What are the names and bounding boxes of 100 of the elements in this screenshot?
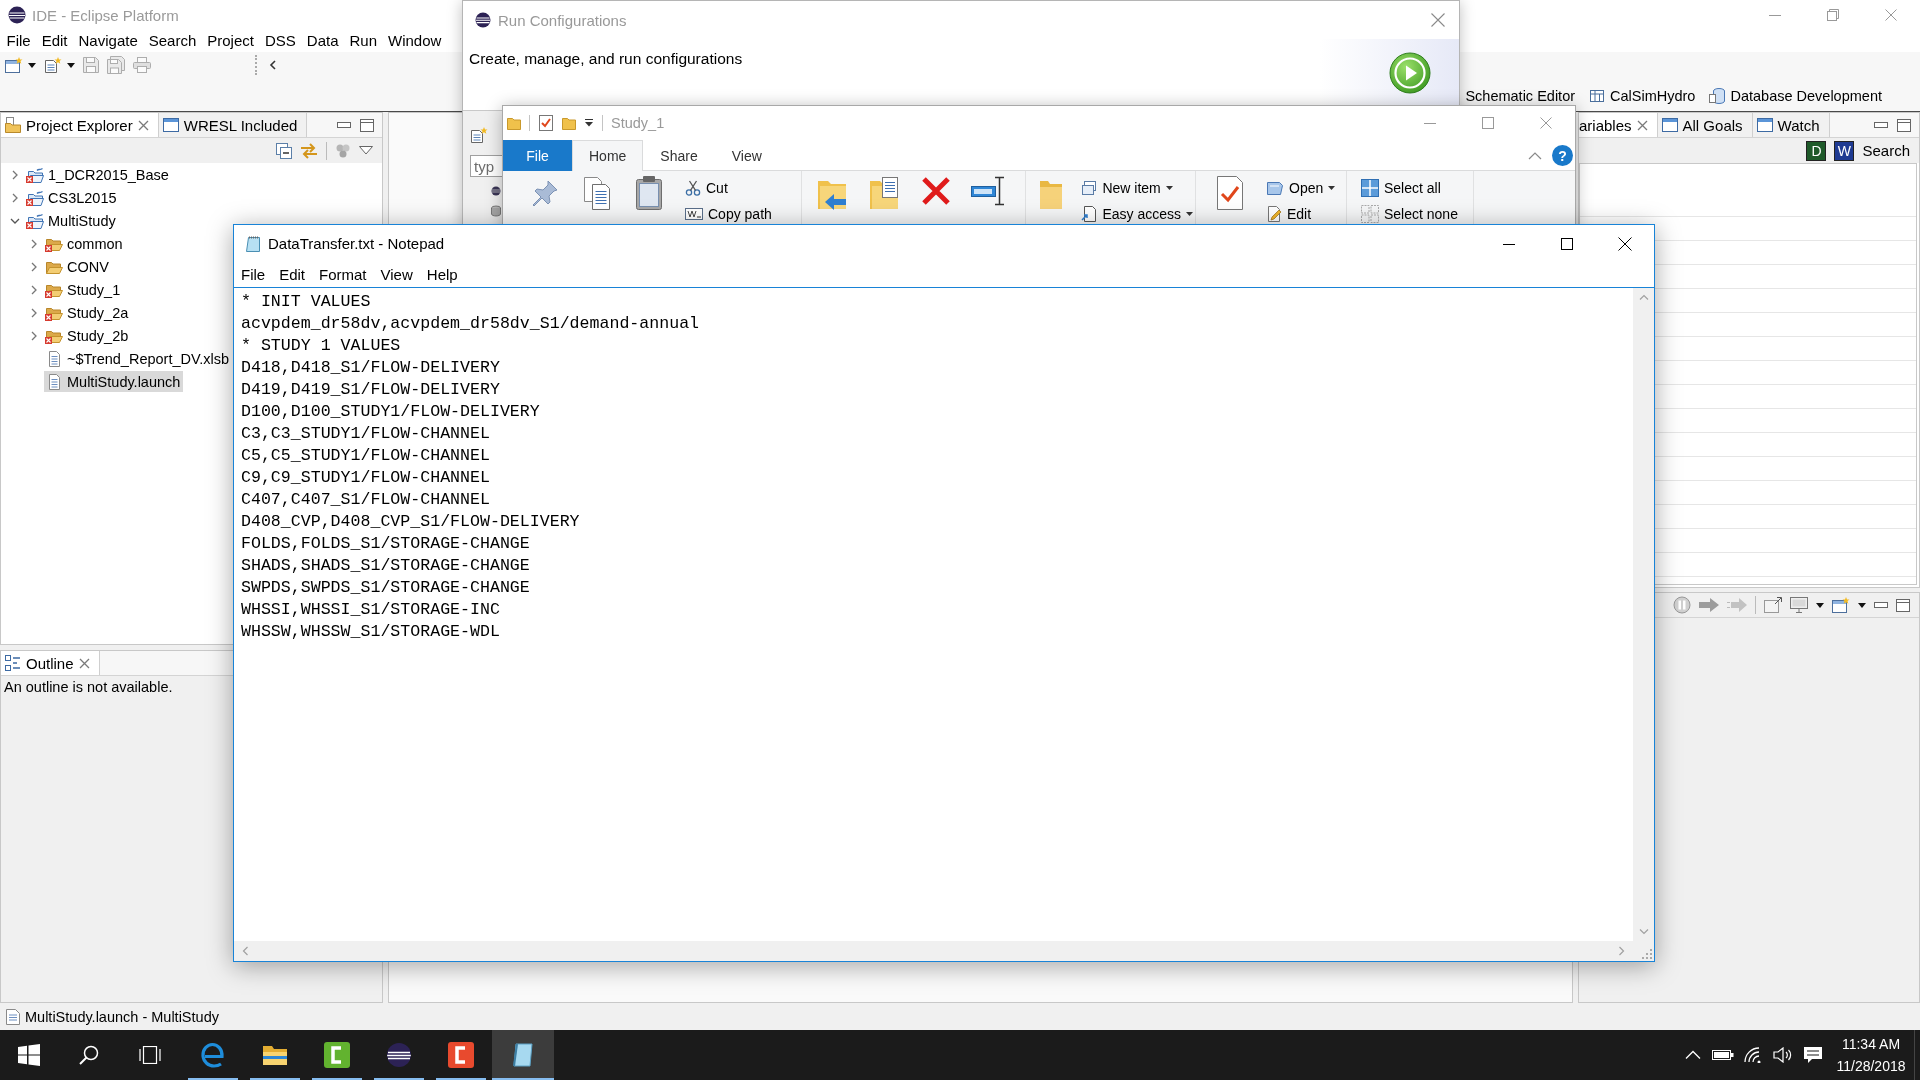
cylinder-icon[interactable] bbox=[491, 205, 501, 217]
caret-icon[interactable] bbox=[28, 62, 36, 68]
view-menu-icon[interactable] bbox=[359, 146, 373, 155]
tree-item[interactable]: Study_2a bbox=[44, 302, 132, 323]
restore-icon[interactable] bbox=[1827, 9, 1839, 21]
ribbon-button[interactable]: Select none bbox=[1359, 203, 1460, 225]
tree-item[interactable]: MultiStudy.launch bbox=[44, 371, 184, 392]
letter-tile-icon[interactable]: D bbox=[1806, 140, 1827, 161]
ball-icon[interactable] bbox=[491, 186, 501, 196]
tree-item[interactable]: CONV bbox=[44, 256, 112, 277]
folder-icon[interactable] bbox=[507, 116, 521, 130]
chevron-right-icon[interactable] bbox=[29, 238, 39, 249]
new-page-icon[interactable] bbox=[470, 127, 488, 143]
text-line: SWPDS,SWPDS_S1/STORAGE-CHANGE bbox=[241, 577, 530, 599]
windows-logo-icon[interactable] bbox=[18, 1044, 40, 1066]
window-icon bbox=[1756, 118, 1773, 132]
folder-pages-icon[interactable] bbox=[868, 175, 900, 211]
checklist-icon[interactable] bbox=[538, 115, 554, 131]
menu-item[interactable]: Format bbox=[312, 264, 374, 285]
file-menu-button[interactable]: File bbox=[503, 140, 572, 171]
tree-item[interactable]: 1_DCR2015_Base bbox=[25, 164, 172, 185]
tree-item[interactable]: Study_2b bbox=[44, 325, 132, 346]
task-view-icon[interactable] bbox=[138, 1046, 161, 1064]
bracket-tile-icon bbox=[448, 1042, 474, 1068]
ribbon-button[interactable]: Easy access bbox=[1079, 203, 1195, 225]
search-button[interactable]: Search bbox=[1862, 142, 1910, 159]
perspective-button[interactable]: CalSimHydro bbox=[1589, 88, 1696, 104]
tab[interactable]: Watch bbox=[1752, 113, 1830, 137]
volume-icon[interactable] bbox=[1773, 1047, 1793, 1063]
play-icon bbox=[1389, 52, 1431, 94]
caret-icon[interactable] bbox=[67, 62, 75, 68]
new-window-icon[interactable] bbox=[5, 57, 23, 73]
copy-icon[interactable] bbox=[581, 175, 613, 211]
perspective-button[interactable]: Database Development bbox=[1709, 87, 1882, 105]
perspective-button[interactable]: Schematic Editor bbox=[1465, 88, 1576, 104]
delete-icon[interactable] bbox=[920, 175, 952, 207]
monitor-icon[interactable] bbox=[1790, 597, 1808, 613]
menu-item[interactable]: DSS bbox=[259, 31, 302, 51]
ribbon-tab[interactable]: View bbox=[714, 140, 779, 171]
size-grip-icon[interactable] bbox=[1642, 949, 1652, 959]
menu-item[interactable]: Project bbox=[201, 31, 260, 51]
maximize-icon[interactable] bbox=[1561, 237, 1573, 250]
menu-item[interactable]: Navigate bbox=[73, 31, 144, 51]
ribbon-button[interactable]: New item bbox=[1079, 177, 1195, 199]
chevron-left-icon[interactable] bbox=[269, 60, 277, 70]
notification-icon[interactable] bbox=[1803, 1046, 1823, 1064]
tab[interactable]: Outline bbox=[1, 651, 100, 675]
tab[interactable]: WRESL Included bbox=[158, 113, 308, 137]
arrow-right-icon[interactable] bbox=[1699, 598, 1719, 612]
tab[interactable]: Project Explorer bbox=[1, 113, 159, 137]
ribbon-button[interactable]: Select all bbox=[1359, 177, 1460, 199]
tree-item[interactable]: ~$Trend_Report_DV.xlsb bbox=[44, 348, 233, 369]
menu-item[interactable]: Help bbox=[419, 264, 465, 285]
tree-item[interactable]: CS3L2015 bbox=[25, 187, 120, 208]
menu-item[interactable]: Data bbox=[301, 31, 344, 51]
battery-icon[interactable] bbox=[1712, 1049, 1734, 1061]
new-page-icon[interactable] bbox=[44, 57, 62, 73]
chevron-right-icon[interactable] bbox=[10, 192, 20, 203]
ribbon-button[interactable]: Cut bbox=[683, 177, 774, 199]
menu-item[interactable]: Edit bbox=[36, 31, 74, 51]
rename-icon[interactable] bbox=[970, 175, 1006, 207]
tree-item[interactable]: MultiStudy bbox=[25, 210, 119, 231]
close-icon[interactable] bbox=[1618, 236, 1632, 251]
wifi-icon[interactable] bbox=[1744, 1047, 1762, 1063]
search-icon[interactable] bbox=[78, 1045, 99, 1065]
collapse-all-icon[interactable] bbox=[276, 142, 292, 159]
chevron-right-icon[interactable] bbox=[29, 261, 39, 272]
taskbar-button[interactable] bbox=[492, 1030, 554, 1080]
dots-icon[interactable] bbox=[335, 142, 351, 159]
tree-item[interactable]: Study_1 bbox=[44, 279, 124, 300]
menu-item[interactable]: View bbox=[373, 264, 420, 285]
checklist-icon[interactable] bbox=[1215, 175, 1245, 211]
menu-item[interactable]: Window bbox=[382, 31, 447, 51]
help-button[interactable]: ? bbox=[1552, 145, 1573, 166]
ribbon-button[interactable]: Open bbox=[1264, 177, 1338, 199]
menu-item[interactable]: File bbox=[234, 264, 273, 285]
ribbon-tab[interactable]: Share bbox=[643, 140, 715, 171]
ribbon-tab[interactable]: Home bbox=[572, 140, 644, 171]
chevron-right-icon[interactable] bbox=[29, 284, 39, 295]
chevron-right-icon[interactable] bbox=[29, 330, 39, 341]
menu-item[interactable]: Run bbox=[344, 31, 383, 51]
filter-field[interactable]: typ bbox=[470, 155, 502, 177]
pause-icon[interactable] bbox=[1673, 596, 1691, 614]
text-line: WHSSW,WHSSW_S1/STORAGE-WDL bbox=[241, 621, 500, 643]
menu-item[interactable]: Edit bbox=[272, 264, 313, 285]
caret-icon[interactable] bbox=[584, 119, 594, 127]
pinned-window-icon[interactable] bbox=[1764, 597, 1782, 613]
new-window-icon[interactable] bbox=[1832, 597, 1850, 613]
caret-icon[interactable] bbox=[1816, 602, 1824, 608]
tree-item[interactable]: common bbox=[44, 233, 126, 254]
folder-icon[interactable] bbox=[562, 116, 576, 130]
menu-item[interactable]: File bbox=[1, 31, 37, 51]
caret-icon[interactable] bbox=[1858, 602, 1866, 608]
clipboard-icon[interactable] bbox=[634, 175, 664, 211]
menu-item[interactable]: Search bbox=[143, 31, 202, 51]
tab[interactable]: All Goals bbox=[1657, 113, 1753, 137]
letter-tile-icon[interactable]: W bbox=[1834, 140, 1855, 161]
chevron-right-icon[interactable] bbox=[29, 307, 39, 318]
chevron-right-icon[interactable] bbox=[10, 169, 20, 180]
tab[interactable]: ariables bbox=[1579, 113, 1658, 137]
